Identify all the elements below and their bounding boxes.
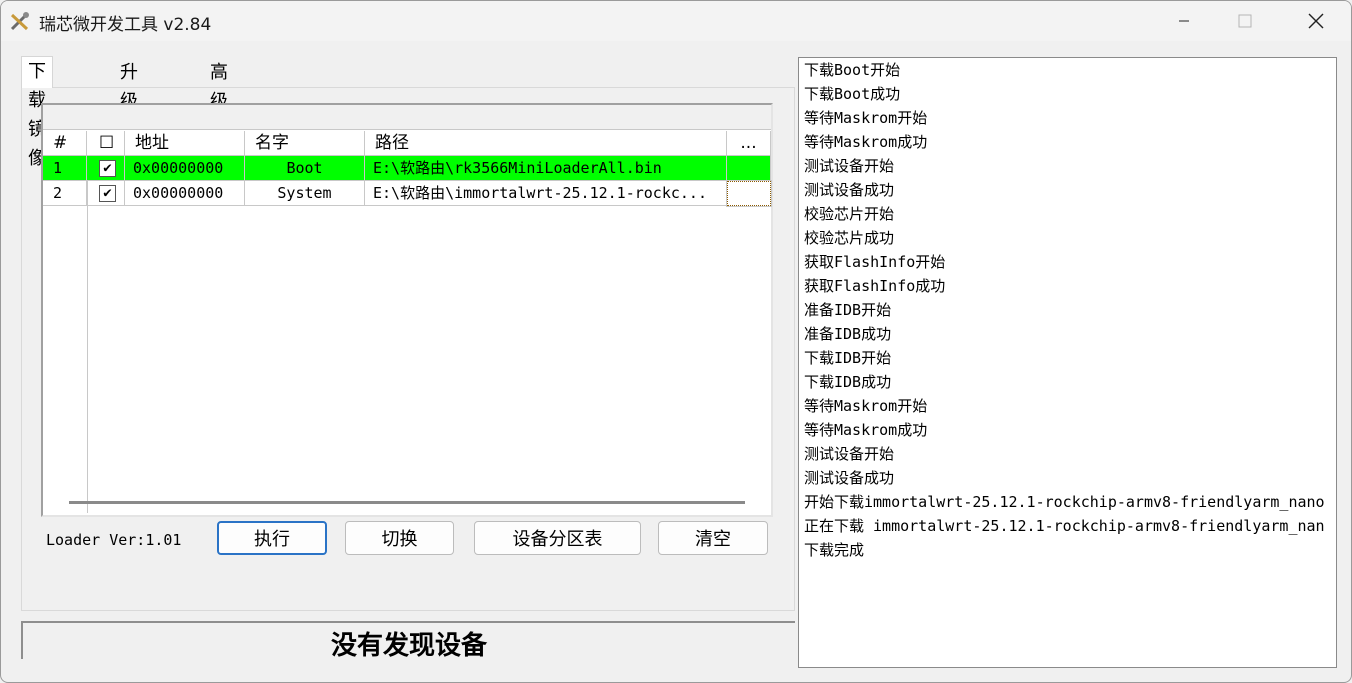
log-line: 校验芯片成功 (804, 229, 895, 247)
log-line: 获取FlashInfo开始 (804, 253, 946, 271)
column-header-number: # (43, 131, 87, 156)
address-cell[interactable]: 0x00000000 (125, 156, 245, 181)
log-line: 测试设备成功 (804, 469, 895, 487)
log-line: 校验芯片开始 (804, 205, 895, 223)
switch-button[interactable]: 切换 (345, 521, 454, 555)
minimize-icon (1179, 20, 1189, 22)
log-line: 开始下载immortalwrt-25.12.1-rockchip-armv8-f… (804, 493, 1325, 511)
browse-cell-focused[interactable] (726, 180, 772, 207)
row-checkbox-cell[interactable]: ✔ (87, 156, 125, 181)
device-status-text: 没有发现设备 (330, 631, 487, 661)
table-row[interactable]: 2 ✔ 0x00000000 System E:\软路由\immortalwrt… (43, 180, 772, 207)
path-cell[interactable]: E:\软路由\immortalwrt-25.12.1-rockc... (365, 181, 727, 206)
clear-button[interactable]: 清空 (658, 521, 768, 555)
column-header-path[interactable]: 路径 (365, 131, 727, 156)
name-cell[interactable]: Boot (245, 156, 365, 181)
log-line: 准备IDB开始 (804, 301, 892, 319)
log-line: 获取FlashInfo成功 (804, 277, 946, 295)
log-line: 等待Maskrom成功 (804, 421, 928, 439)
log-output[interactable]: 下载Boot开始 下载Boot成功等待Maskrom开始 等待Maskrom成功 测试… (798, 57, 1337, 668)
horizontal-scrollbar[interactable] (69, 501, 745, 504)
close-button[interactable] (1286, 1, 1346, 41)
main-window: 瑞芯微开发工具 v2.84 下载镜像 升级固件 高级功能 # ☐ 地址 名字 路… (0, 0, 1352, 683)
row-checkbox[interactable]: ✔ (99, 160, 116, 177)
browse-cell[interactable] (727, 156, 771, 181)
log-line: 正在下载 immortalwrt-25.12.1-rockchip-armv8-… (804, 517, 1325, 535)
tab-advanced[interactable]: 高级功能 (204, 58, 234, 170)
log-line: 准备IDB成功 (804, 325, 892, 343)
tab-download-image[interactable]: 下载镜像 (21, 56, 53, 169)
log-line: 等待Maskrom开始 (804, 397, 928, 415)
column-header-more[interactable]: ... (727, 131, 771, 156)
image-grid[interactable]: # ☐ 地址 名字 路径 ... 1 ✔ 0x00000000 Boot E:\… (41, 103, 773, 517)
row-number: 1 (43, 156, 87, 181)
column-header-name[interactable]: 名字 (245, 131, 365, 156)
log-line: 下载IDB开始 (804, 349, 892, 367)
path-cell[interactable]: E:\软路由\rk3566MiniLoaderAll.bin (365, 156, 727, 181)
close-icon (1308, 13, 1324, 29)
partition-table-button[interactable]: 设备分区表 (474, 521, 641, 555)
tools-icon (10, 12, 29, 31)
log-line: 测试设备开始 (804, 445, 895, 463)
title-bar: 瑞芯微开发工具 v2.84 (1, 1, 1351, 41)
column-header-select-all[interactable]: ☐ (87, 131, 125, 156)
row-checkbox-cell[interactable]: ✔ (87, 181, 125, 206)
loader-version-label: Loader Ver:1.01 (46, 531, 182, 549)
log-line: 下载完成 (804, 541, 865, 559)
device-status-bar: 没有发现设备 (21, 621, 795, 661)
maximize-icon (1238, 14, 1252, 28)
log-line: 下载Boot开始 (804, 61, 901, 79)
log-line: 下载Boot成功 (804, 85, 901, 103)
address-cell[interactable]: 0x00000000 (125, 181, 245, 206)
log-line: 测试设备成功 (804, 181, 895, 199)
minimize-button[interactable] (1154, 1, 1214, 41)
row-number: 2 (43, 181, 87, 206)
name-cell[interactable]: System (245, 181, 365, 206)
column-header-address[interactable]: 地址 (125, 131, 245, 156)
window-title: 瑞芯微开发工具 v2.84 (39, 15, 212, 35)
tab-upgrade-firmware[interactable]: 升级固件 (114, 58, 144, 170)
row-checkbox[interactable]: ✔ (99, 185, 116, 202)
log-line: 等待Maskrom成功 (804, 133, 928, 151)
row-header-column (43, 156, 88, 513)
log-line: 等待Maskrom开始 (804, 109, 928, 127)
maximize-button[interactable] (1215, 1, 1275, 41)
log-line: 下载IDB成功 (804, 373, 892, 391)
log-line: 测试设备开始 (804, 157, 895, 175)
grid-header-band (43, 105, 771, 130)
run-button[interactable]: 执行 (217, 521, 327, 555)
table-row[interactable]: 1 ✔ 0x00000000 Boot E:\软路由\rk3566MiniLoa… (43, 156, 771, 181)
